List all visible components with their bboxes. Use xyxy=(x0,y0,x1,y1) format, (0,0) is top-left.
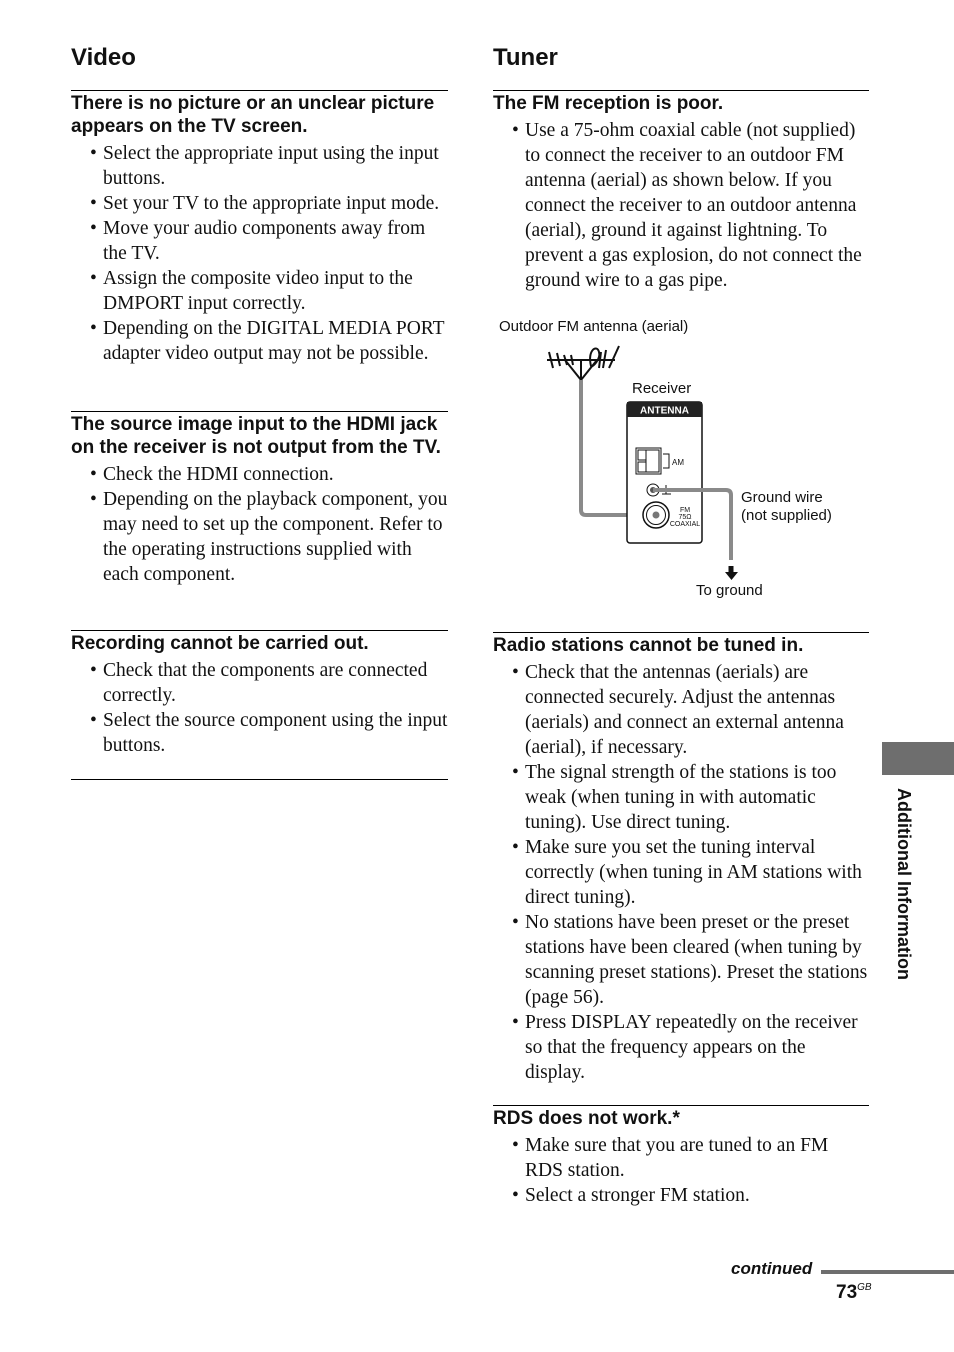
antenna-panel-header: ANTENNA xyxy=(640,406,689,417)
antenna-connection-diagram: Outdoor FM antenna (aerial) Receiver ANT… xyxy=(499,318,832,599)
list-item: Check that the components are connected … xyxy=(71,658,448,708)
receiver-label: Receiver xyxy=(632,380,691,397)
list-item: Set your TV to the appropriate input mod… xyxy=(71,191,448,216)
troubleshoot-block: The source image input to the HDMI jack … xyxy=(71,411,448,587)
list-item: Move your audio components away from the… xyxy=(71,216,448,266)
list-item: No stations have been preset or the pres… xyxy=(493,910,869,1010)
block-title: The source image input to the HDMI jack … xyxy=(71,414,441,458)
list-item: Use a 75-ohm coaxial cable (not supplied… xyxy=(493,118,869,293)
ground-wire-label: Ground wire xyxy=(741,489,823,506)
continued-label: continued xyxy=(731,1259,813,1278)
block-title: The FM reception is poor. xyxy=(493,93,724,114)
section-title-video: Video xyxy=(71,44,136,71)
outdoor-antenna-icon xyxy=(547,345,620,381)
list-item: Assign the composite video input to the … xyxy=(71,266,448,316)
to-ground-label: To ground xyxy=(696,582,763,599)
section-end-rule xyxy=(71,779,448,780)
list-item: Select a stronger FM station. xyxy=(493,1183,869,1208)
page-suffix: GB xyxy=(857,1282,872,1293)
list-item: Check the HDMI connection. xyxy=(71,462,448,487)
list-item: Check that the antennas (aerials) are co… xyxy=(493,660,869,760)
list-item: Make sure that you are tuned to an FM RD… xyxy=(493,1133,869,1183)
list-item: Depending on the playback component, you… xyxy=(71,487,448,587)
list-item: Press DISPLAY repeatedly on the receiver… xyxy=(493,1010,869,1085)
block-title: Radio stations cannot be tuned in. xyxy=(493,635,804,656)
list-item: The signal strength of the stations is t… xyxy=(493,760,869,835)
outdoor-antenna-label: Outdoor FM antenna (aerial) xyxy=(499,318,688,335)
fm-label: FM xyxy=(680,507,690,514)
troubleshoot-block: Radio stations cannot be tuned in. Check… xyxy=(493,632,869,1085)
troubleshoot-block: There is no picture or an unclear pictur… xyxy=(71,90,448,366)
list-item: Select the appropriate input using the i… xyxy=(71,141,448,191)
page-number-value: 73 xyxy=(836,1282,858,1303)
block-title: There is no picture or an unclear pictur… xyxy=(71,93,435,137)
page-number: 73GB xyxy=(836,1282,872,1304)
section-title-tuner: Tuner xyxy=(493,44,558,71)
block-title: RDS does not work.* xyxy=(493,1108,680,1129)
fm-coaxial-jack-icon xyxy=(642,501,670,529)
list-item: Select the source component using the in… xyxy=(71,708,448,758)
block-title: Recording cannot be carried out. xyxy=(71,633,369,654)
troubleshoot-block: Recording cannot be carried out. Check t… xyxy=(71,630,448,758)
fm-coaxial-label: COAXIAL xyxy=(670,521,700,528)
receiver-antenna-panel: ANTENNA AM FM 75Ω COAXIAL xyxy=(626,401,703,544)
continued-bar xyxy=(821,1270,954,1274)
list-item: Make sure you set the tuning interval co… xyxy=(493,835,869,910)
troubleshoot-block: RDS does not work.* Make sure that you a… xyxy=(493,1105,869,1208)
side-section-label: Additional Information xyxy=(894,788,914,980)
list-item: Depending on the DIGITAL MEDIA PORT adap… xyxy=(71,316,448,366)
am-label: AM xyxy=(672,458,684,467)
troubleshoot-block: The FM reception is poor. Use a 75-ohm c… xyxy=(493,90,869,293)
down-arrow-icon xyxy=(725,566,738,580)
ground-wire-note: (not supplied) xyxy=(741,507,832,524)
section-tab-marker xyxy=(882,742,954,775)
fm-impedance-label: 75Ω xyxy=(678,514,691,521)
